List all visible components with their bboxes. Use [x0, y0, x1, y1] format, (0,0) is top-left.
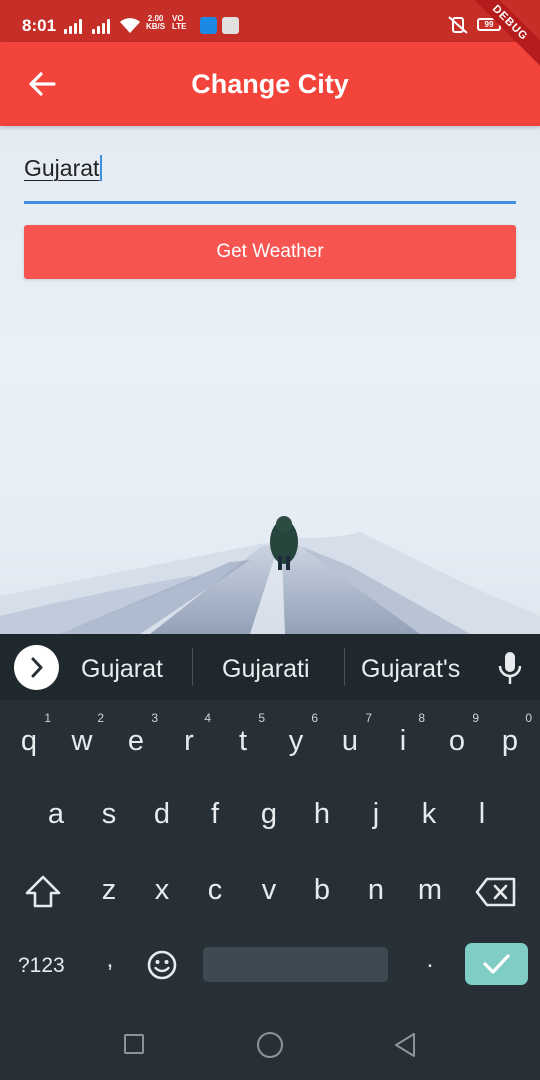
key-hint: 5 — [258, 711, 265, 725]
key-hint: 1 — [44, 711, 51, 725]
key-label: r — [184, 725, 194, 757]
net-speed-unit: KB/S — [146, 22, 166, 31]
space-key[interactable] — [203, 947, 388, 982]
app-bar: Change City — [0, 42, 540, 126]
recents-icon[interactable] — [123, 1033, 145, 1055]
key-label: p — [501, 725, 519, 757]
key-a[interactable]: a — [36, 798, 76, 831]
key-label: o — [448, 725, 466, 757]
page-title: Change City — [191, 69, 349, 99]
key-g[interactable]: g — [249, 798, 289, 831]
key-hint: 6 — [311, 711, 318, 725]
key-w[interactable]: w2 — [62, 711, 104, 758]
status-bar: 8:01 2.00 KB/S VO LTE 99 DEBUG — [0, 0, 540, 72]
comma-key[interactable]: , — [90, 946, 130, 974]
city-input-text: Gujarat — [24, 155, 100, 181]
shift-icon[interactable] — [24, 874, 62, 910]
period-key[interactable]: . — [410, 946, 450, 974]
get-weather-button[interactable]: Get Weather — [24, 225, 516, 279]
suggestion-1[interactable]: Gujarat — [81, 655, 163, 684]
volte-indicator: VO LTE — [172, 15, 187, 31]
key-hint: 7 — [365, 711, 372, 725]
key-x[interactable]: x — [142, 874, 182, 907]
key-label: u — [341, 725, 359, 757]
vibrate-mute-icon — [448, 16, 468, 34]
key-o[interactable]: o9 — [437, 711, 479, 758]
suggestion-2[interactable]: Gujarati — [222, 655, 310, 684]
signal-icon-2 — [92, 18, 114, 34]
key-label: y — [288, 725, 304, 757]
chevron-right-icon — [31, 657, 43, 678]
suggestion-divider — [192, 648, 193, 686]
key-h[interactable]: h — [302, 798, 342, 831]
app-notification-icon — [200, 17, 217, 34]
emoji-icon[interactable] — [146, 949, 178, 981]
key-label: e — [127, 725, 145, 757]
key-n[interactable]: n — [356, 874, 396, 907]
soft-keyboard: Gujarat Gujarati Gujarat's q1 w2 e3 r4 t… — [0, 634, 540, 1080]
key-r[interactable]: r4 — [169, 711, 211, 758]
key-v[interactable]: v — [249, 874, 289, 907]
app-notification-icon-2 — [222, 17, 239, 34]
key-t[interactable]: t5 — [223, 711, 265, 758]
symbols-key[interactable]: ?123 — [18, 954, 65, 978]
key-j[interactable]: j — [356, 798, 396, 831]
enter-key[interactable] — [465, 943, 528, 985]
volte-line2: LTE — [172, 22, 187, 31]
signal-icon — [64, 18, 86, 34]
city-input-value: Gujarat — [24, 155, 103, 182]
key-label: i — [399, 725, 407, 757]
key-label: w — [71, 725, 93, 757]
key-e[interactable]: e3 — [116, 711, 158, 758]
suggestion-3[interactable]: Gujarat's — [361, 655, 460, 684]
key-label: q — [20, 725, 38, 757]
key-f[interactable]: f — [195, 798, 235, 831]
key-hint: 4 — [204, 711, 211, 725]
key-p[interactable]: p0 — [490, 711, 532, 758]
microphone-icon[interactable] — [497, 651, 523, 685]
key-hint: 3 — [151, 711, 158, 725]
suggestion-bar: Gujarat Gujarati Gujarat's — [0, 634, 540, 700]
suggestion-toggle-button[interactable] — [14, 645, 59, 690]
key-z[interactable]: z — [89, 874, 129, 907]
key-l[interactable]: l — [462, 798, 502, 831]
key-hint: 0 — [525, 711, 532, 725]
key-d[interactable]: d — [142, 798, 182, 831]
backspace-icon[interactable] — [475, 877, 517, 907]
home-icon[interactable] — [256, 1031, 284, 1059]
key-c[interactable]: c — [195, 874, 235, 907]
key-u[interactable]: u7 — [330, 711, 372, 758]
net-speed: 2.00 KB/S — [146, 15, 165, 31]
status-time: 8:01 — [22, 16, 57, 35]
system-nav-bar — [0, 1008, 540, 1080]
wifi-icon — [120, 18, 140, 33]
key-hint: 9 — [472, 711, 479, 725]
check-icon — [483, 954, 510, 974]
text-cursor — [100, 155, 103, 181]
key-y[interactable]: y6 — [276, 711, 318, 758]
suggestion-divider — [344, 648, 345, 686]
key-i[interactable]: i8 — [383, 711, 425, 758]
city-input[interactable]: Gujarat — [24, 152, 516, 204]
key-k[interactable]: k — [409, 798, 449, 831]
key-q[interactable]: q1 — [9, 711, 51, 758]
key-s[interactable]: s — [89, 798, 129, 831]
back-nav-icon[interactable] — [392, 1031, 418, 1059]
key-label: t — [238, 725, 248, 757]
key-b[interactable]: b — [302, 874, 342, 907]
content-area: Gujarat Get Weather — [0, 126, 540, 634]
key-hint: 8 — [418, 711, 425, 725]
key-hint: 2 — [97, 711, 104, 725]
key-m[interactable]: m — [410, 874, 450, 907]
